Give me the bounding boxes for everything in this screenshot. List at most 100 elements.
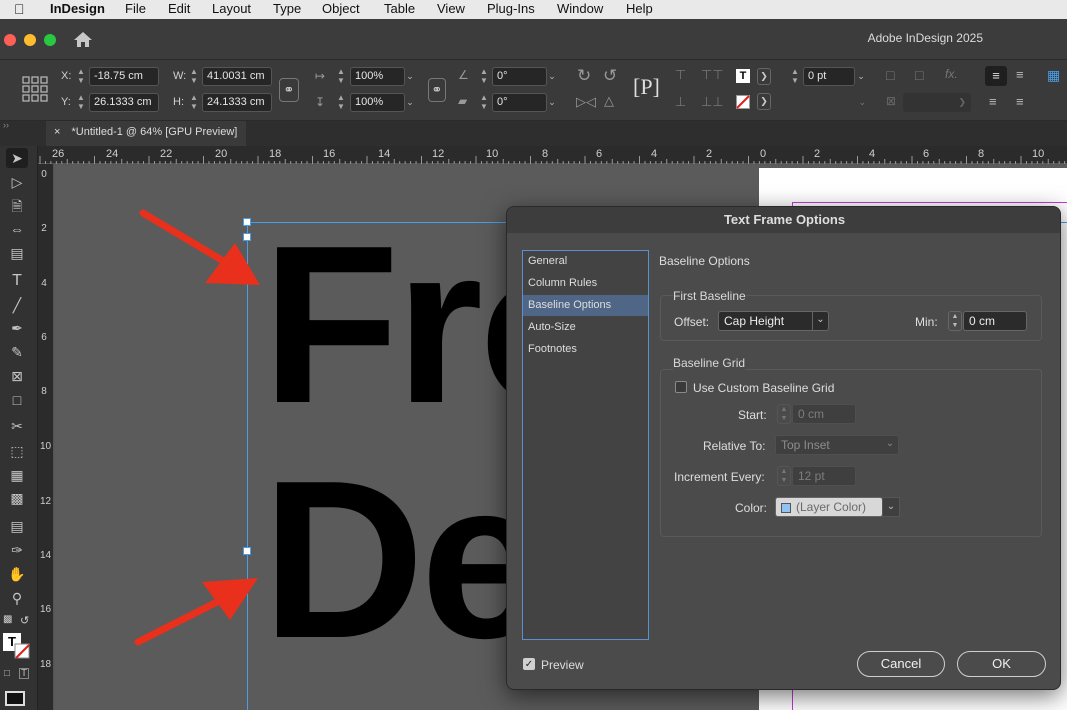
category-baseline-options[interactable]: Baseline Options [523,295,648,316]
w-field[interactable]: 41.0031 cm [202,67,272,86]
rotate-stepper[interactable]: ▲ ▼ [479,67,489,86]
stroke-none-icon[interactable] [736,95,750,109]
align-top-icon[interactable]: ⊤ [675,67,686,83]
selection-handle[interactable] [243,547,251,555]
x-field[interactable]: -18.75 cm [89,67,159,86]
menu-edit[interactable]: Edit [168,1,190,16]
stroke-swatch-icon[interactable] [14,643,30,659]
rectangle-tool-icon[interactable]: □ [6,390,28,410]
fill-text-icon[interactable]: T [736,69,750,83]
zoom-window-button[interactable] [44,34,56,46]
constrain-proportions-link-icon[interactable]: ⚭ [279,78,299,102]
default-fill-stroke-icon[interactable]: ▩ [3,614,12,625]
align-text-top-icon[interactable]: ≡ [985,66,1007,86]
menu-table[interactable]: Table [384,1,415,16]
line-tool-icon[interactable]: ╱ [6,295,28,315]
object-style-dropdown[interactable]: ❯ [903,93,971,112]
rotate-counterclockwise-icon[interactable]: ↺ [603,66,617,86]
h-field[interactable]: 24.1333 cm [202,93,272,112]
pen-tool-icon[interactable]: ✒ [6,318,28,338]
cancel-button[interactable]: Cancel [857,651,945,677]
apple-menu-icon[interactable]:  [14,1,25,17]
scale-y-stepper[interactable]: ▲ ▼ [336,93,346,112]
drop-shadow-icon[interactable]: ⊠ [886,94,896,108]
gap-tool-icon[interactable]: ⇔ [6,219,28,239]
y-stepper[interactable]: ▲ ▼ [76,93,86,112]
increment-field[interactable]: 12 pt [792,466,856,486]
menu-file[interactable]: File [125,1,146,16]
eyedropper-tool-icon[interactable]: ✑ [6,540,28,560]
screen-mode-icon[interactable] [5,691,25,706]
distribute-bottom-icon[interactable]: ⊥⊥ [701,94,724,110]
scale-x-dropdown-chevron-icon[interactable]: ⌄ [403,67,417,86]
stroke-weight-dropdown-chevron-icon[interactable]: ⌄ [854,67,868,86]
stroke-swatch-arrow-icon[interactable]: ❯ [757,93,771,110]
constrain-scale-link-icon[interactable]: ⚭ [428,78,446,102]
frame-corner-icon[interactable]: □ [915,67,923,83]
category-column-rules[interactable]: Column Rules [523,273,648,294]
stroke-weight-field[interactable]: 0 pt [803,67,855,86]
rotate-dropdown-chevron-icon[interactable]: ⌄ [545,67,559,86]
shear-stepper[interactable]: ▲ ▼ [479,93,489,112]
shear-field[interactable]: 0° [492,93,547,112]
menu-object[interactable]: Object [322,1,360,16]
rotate-clockwise-icon[interactable]: ↻ [577,66,591,86]
menu-window[interactable]: Window [557,1,603,16]
app-menu[interactable]: InDesign [50,1,105,16]
preview-checkbox[interactable]: ✓ [523,658,535,670]
h-stepper[interactable]: ▲ ▼ [189,93,199,112]
start-field[interactable]: 0 cm [792,404,856,424]
category-footnotes[interactable]: Footnotes [523,339,648,360]
category-general[interactable]: General [523,251,648,272]
type-tool-icon[interactable]: T [6,271,28,291]
align-text-bottom-icon[interactable]: ≡ [989,94,997,109]
relative-to-dropdown[interactable]: Top Inset [775,435,899,455]
gradient-feather-tool-icon[interactable]: ▩ [6,488,28,508]
scale-x-stepper[interactable]: ▲ ▼ [336,67,346,86]
menu-layout[interactable]: Layout [212,1,251,16]
reference-point-icon[interactable] [22,76,48,102]
frame-fitting-icon[interactable]: □ [886,67,894,83]
page-tool-icon[interactable]: 🗎 [6,196,28,216]
panel-collapse-icon[interactable]: ›› [3,120,9,130]
y-field[interactable]: 26.1333 cm [89,93,159,112]
free-transform-tool-icon[interactable]: ⬚ [6,441,28,461]
flip-vertical-icon[interactable]: △ [604,93,614,109]
rotate-field[interactable]: 0° [492,67,547,86]
swap-fill-stroke-icon[interactable]: ↺ [20,614,29,627]
note-tool-icon[interactable]: ▤ [6,516,28,536]
ok-button[interactable]: OK [957,651,1046,677]
scale-y-field[interactable]: 100% [350,93,405,112]
direct-selection-tool-icon[interactable]: ▷ [6,172,28,192]
x-stepper[interactable]: ▲ ▼ [76,67,86,86]
category-auto-size[interactable]: Auto-Size [523,317,648,338]
effects-fx-icon[interactable]: fx. [945,67,958,81]
align-text-center-icon[interactable]: ≡ [1016,67,1024,82]
align-bottom-icon[interactable]: ⊥ [675,94,686,110]
stroke-type-dropdown[interactable]: ⌄ [784,93,870,112]
gradient-swatch-tool-icon[interactable]: ▦ [6,465,28,485]
formatting-text-icon[interactable]: T [19,668,30,679]
stroke-weight-stepper[interactable]: ▲ ▼ [790,67,800,86]
scissors-tool-icon[interactable]: ✂ [6,416,28,436]
min-field[interactable]: 0 cm [963,311,1027,331]
auto-fit-icon[interactable]: ▦ [1047,67,1060,84]
start-stepper[interactable]: ▲ ▼ [777,404,791,424]
min-stepper[interactable]: ▲ ▼ [948,311,962,331]
menu-help[interactable]: Help [626,1,653,16]
scale-x-field[interactable]: 100% [350,67,405,86]
document-tab[interactable]: × *Untitled-1 @ 64% [GPU Preview] [46,121,246,146]
hand-tool-icon[interactable]: ✋ [6,564,28,584]
flip-horizontal-icon[interactable]: ▷◁ [576,94,596,110]
formatting-container-icon[interactable]: □ [4,668,10,679]
close-tab-icon[interactable]: × [54,126,60,138]
distribute-top-icon[interactable]: ⊤⊤ [701,67,724,83]
align-text-justify-icon[interactable]: ≡ [1016,94,1024,109]
use-custom-baseline-grid-checkbox[interactable] [675,381,687,393]
pencil-tool-icon[interactable]: ✎ [6,342,28,362]
w-stepper[interactable]: ▲ ▼ [189,67,199,86]
menu-type[interactable]: Type [273,1,301,16]
shear-dropdown-chevron-icon[interactable]: ⌄ [545,93,559,112]
offset-dropdown-chevron-icon[interactable]: ⌄ [812,312,828,330]
minimize-window-button[interactable] [24,34,36,46]
